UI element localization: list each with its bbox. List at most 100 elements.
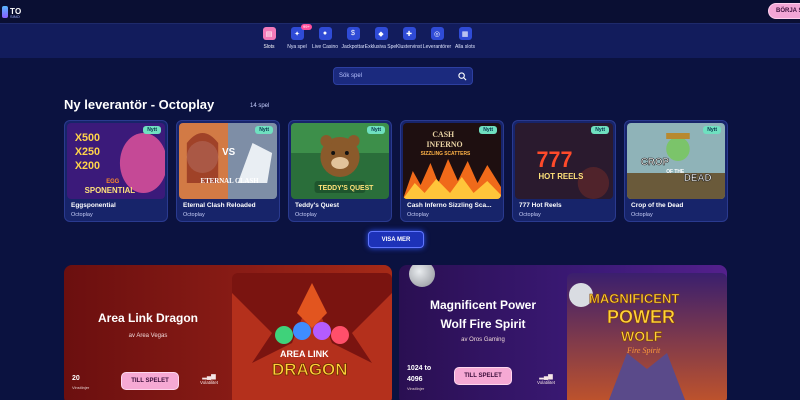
category-all-slots[interactable]: ▦ Alla slots bbox=[452, 27, 478, 50]
promo-title-line1: Magnificent Power bbox=[429, 298, 536, 312]
search-placeholder: Sök spel bbox=[339, 73, 363, 79]
category-label: Alla slots bbox=[454, 44, 475, 50]
promo-provider: av Oros Gaming bbox=[461, 337, 505, 343]
thumb-text: CROP bbox=[641, 157, 670, 168]
thumb-text: DEAD bbox=[684, 173, 712, 184]
paylines-label: Vinstlinjer bbox=[407, 386, 425, 391]
volatility-label: Volatilitet bbox=[537, 380, 556, 385]
new-badge: Nytt bbox=[591, 126, 609, 134]
category-live-casino[interactable]: ● Live Casino bbox=[312, 27, 338, 50]
art-text: DRAGON bbox=[272, 360, 348, 379]
thumb-text: TEDDY'S QUEST bbox=[318, 185, 374, 192]
art-text: Fire Spirit bbox=[626, 346, 661, 355]
logo-subtext: SINO bbox=[10, 14, 20, 19]
game-title: 777 Hot Reels bbox=[519, 202, 562, 209]
thumb-text: HOT REELS bbox=[539, 172, 584, 181]
game-card-eggsponential[interactable]: X500 X250 X200 EGG SPONENTIAL Nytt Eggsp… bbox=[64, 120, 168, 222]
new-badge: Nytt bbox=[367, 126, 385, 134]
cluster-icon: ✚ bbox=[402, 27, 416, 40]
game-title: Eternal Clash Reloaded bbox=[183, 202, 256, 209]
thumb-text: ETERNAL CLASH bbox=[201, 178, 260, 185]
category-exclusive[interactable]: ◆ Exklusiva Spel bbox=[365, 27, 397, 50]
game-card-777-hot-reels[interactable]: 777 HOT REELS Nytt 777 Hot Reels Octopla… bbox=[512, 120, 616, 222]
game-card-crop-of-the-dead[interactable]: CROP OF THE DEAD Nytt Crop of the Dead O… bbox=[624, 120, 728, 222]
art-text: WOLF bbox=[621, 328, 663, 344]
art-text: AREA LINK bbox=[280, 349, 329, 359]
category-label: Nya spel bbox=[287, 44, 307, 50]
thumb-text: X500 bbox=[75, 132, 100, 144]
game-title: Cash Inferno Sizzling Sca... bbox=[407, 202, 492, 209]
category-label: Exklusiva Spel bbox=[364, 44, 398, 50]
paylines-value: 20 bbox=[72, 375, 80, 382]
volatility-bars-icon: ▂▄▆ bbox=[202, 374, 216, 380]
new-count-badge: 99+ bbox=[301, 24, 312, 30]
live-dealer-icon: ● bbox=[318, 27, 332, 40]
game-thumbnail: TEDDY'S QUEST bbox=[291, 123, 389, 199]
game-card-row: X500 X250 X200 EGG SPONENTIAL Nytt Eggsp… bbox=[64, 120, 736, 222]
promo-banner-magnificent-power[interactable]: Magnificent Power Wolf Fire Spirit av Or… bbox=[399, 265, 727, 400]
play-game-button[interactable]: TILL SPELET bbox=[121, 372, 179, 390]
volatility-indicator: ▂▄▆ Volatilitet bbox=[200, 373, 218, 385]
thumb-text: CASH bbox=[432, 130, 455, 139]
volatility-bars-icon: ▂▄▆ bbox=[539, 374, 553, 380]
thumb-text: VS bbox=[222, 147, 235, 158]
category-jackpots[interactable]: $ Jackpottar bbox=[340, 27, 366, 50]
promo-provider: av Area Vegas bbox=[128, 333, 168, 339]
logo[interactable]: TO SINO bbox=[2, 4, 22, 20]
section-title: Ny leverantör - Octoplay bbox=[64, 97, 215, 112]
game-title: Crop of the Dead bbox=[631, 202, 684, 209]
money-bag-icon: $ bbox=[346, 27, 360, 40]
top-bar: TO SINO BÖRJA S bbox=[0, 0, 800, 24]
new-badge: Nytt bbox=[255, 126, 273, 134]
promo-title-line2: Wolf Fire Spirit bbox=[440, 317, 526, 331]
thumb-text: INFERNO bbox=[427, 140, 463, 149]
new-badge: Nytt bbox=[703, 126, 721, 134]
game-thumbnail: X500 X250 X200 EGG SPONENTIAL bbox=[67, 123, 165, 199]
category-new-games[interactable]: ✦ 99+ Nya spel bbox=[284, 24, 312, 50]
category-label: Klustervinst bbox=[396, 44, 422, 50]
paylines-value-line2: 4096 bbox=[407, 376, 423, 383]
thumb-text: 777 bbox=[537, 147, 573, 172]
category-providers[interactable]: ◎ Leverantörer bbox=[423, 27, 451, 50]
game-title: Teddy's Quest bbox=[295, 202, 340, 209]
volatility-label: Volatilitet bbox=[200, 380, 219, 385]
game-provider: Octoplay bbox=[71, 212, 93, 218]
game-card-cash-inferno[interactable]: CASH INFERNO SIZZLING SCATTERS Nytt Cash… bbox=[400, 120, 504, 222]
thumb-text: X200 bbox=[75, 160, 100, 172]
show-more-button[interactable]: VISA MER bbox=[368, 231, 424, 248]
thumb-text: EGG bbox=[106, 179, 119, 185]
thumb-text: OF THE bbox=[666, 169, 685, 175]
game-thumbnail: 777 HOT REELS bbox=[515, 123, 613, 199]
diamond-icon: ◆ bbox=[374, 27, 388, 40]
promo-title: Area Link Dragon bbox=[97, 311, 199, 325]
category-cluster[interactable]: ✚ Klustervinst bbox=[396, 27, 422, 50]
paylines-label: Vinstlinjer bbox=[72, 385, 90, 390]
category-nav: ▤ Slots ✦ 99+ Nya spel ● Live Casino $ J… bbox=[0, 24, 800, 58]
play-game-button[interactable]: TILL SPELET bbox=[454, 367, 512, 385]
category-label: Jackpottar bbox=[341, 44, 365, 50]
game-provider: Octoplay bbox=[295, 212, 317, 218]
new-badge: Nytt bbox=[479, 126, 497, 134]
start-playing-button[interactable]: BÖRJA S bbox=[768, 3, 800, 19]
game-card-teddys-quest[interactable]: TEDDY'S QUEST Nytt Teddy's Quest Octopla… bbox=[288, 120, 392, 222]
game-provider: Octoplay bbox=[183, 212, 205, 218]
game-title: Eggsponential bbox=[71, 202, 116, 209]
promo-artwork: MAGNIFICENT POWER WOLF Fire Spirit bbox=[567, 273, 727, 400]
category-label: Live Casino bbox=[311, 44, 339, 50]
category-label: Slots bbox=[263, 44, 275, 50]
search-icon[interactable] bbox=[458, 72, 467, 81]
game-card-eternal-clash[interactable]: VS ETERNAL CLASH Nytt Eternal Clash Relo… bbox=[176, 120, 280, 222]
promo-banner-area-link-dragon[interactable]: Area Link Dragon av Area Vegas 20 Vinstl… bbox=[64, 265, 392, 400]
search-input[interactable]: Sök spel bbox=[333, 67, 473, 85]
logo-mark-icon bbox=[2, 6, 8, 18]
provider-icon: ◎ bbox=[430, 27, 444, 40]
slot-machine-icon: ▤ bbox=[262, 27, 276, 40]
thumb-text: SIZZLING SCATTERS bbox=[421, 151, 471, 157]
game-provider: Octoplay bbox=[407, 212, 429, 218]
category-slots[interactable]: ▤ Slots bbox=[256, 27, 282, 50]
volatility-indicator: ▂▄▆ Volatilitet bbox=[537, 373, 555, 385]
thumb-text: X250 bbox=[75, 146, 100, 158]
game-thumbnail: VS ETERNAL CLASH bbox=[179, 123, 277, 199]
game-thumbnail: CROP OF THE DEAD bbox=[627, 123, 725, 199]
grid-icon: ▦ bbox=[458, 27, 472, 40]
